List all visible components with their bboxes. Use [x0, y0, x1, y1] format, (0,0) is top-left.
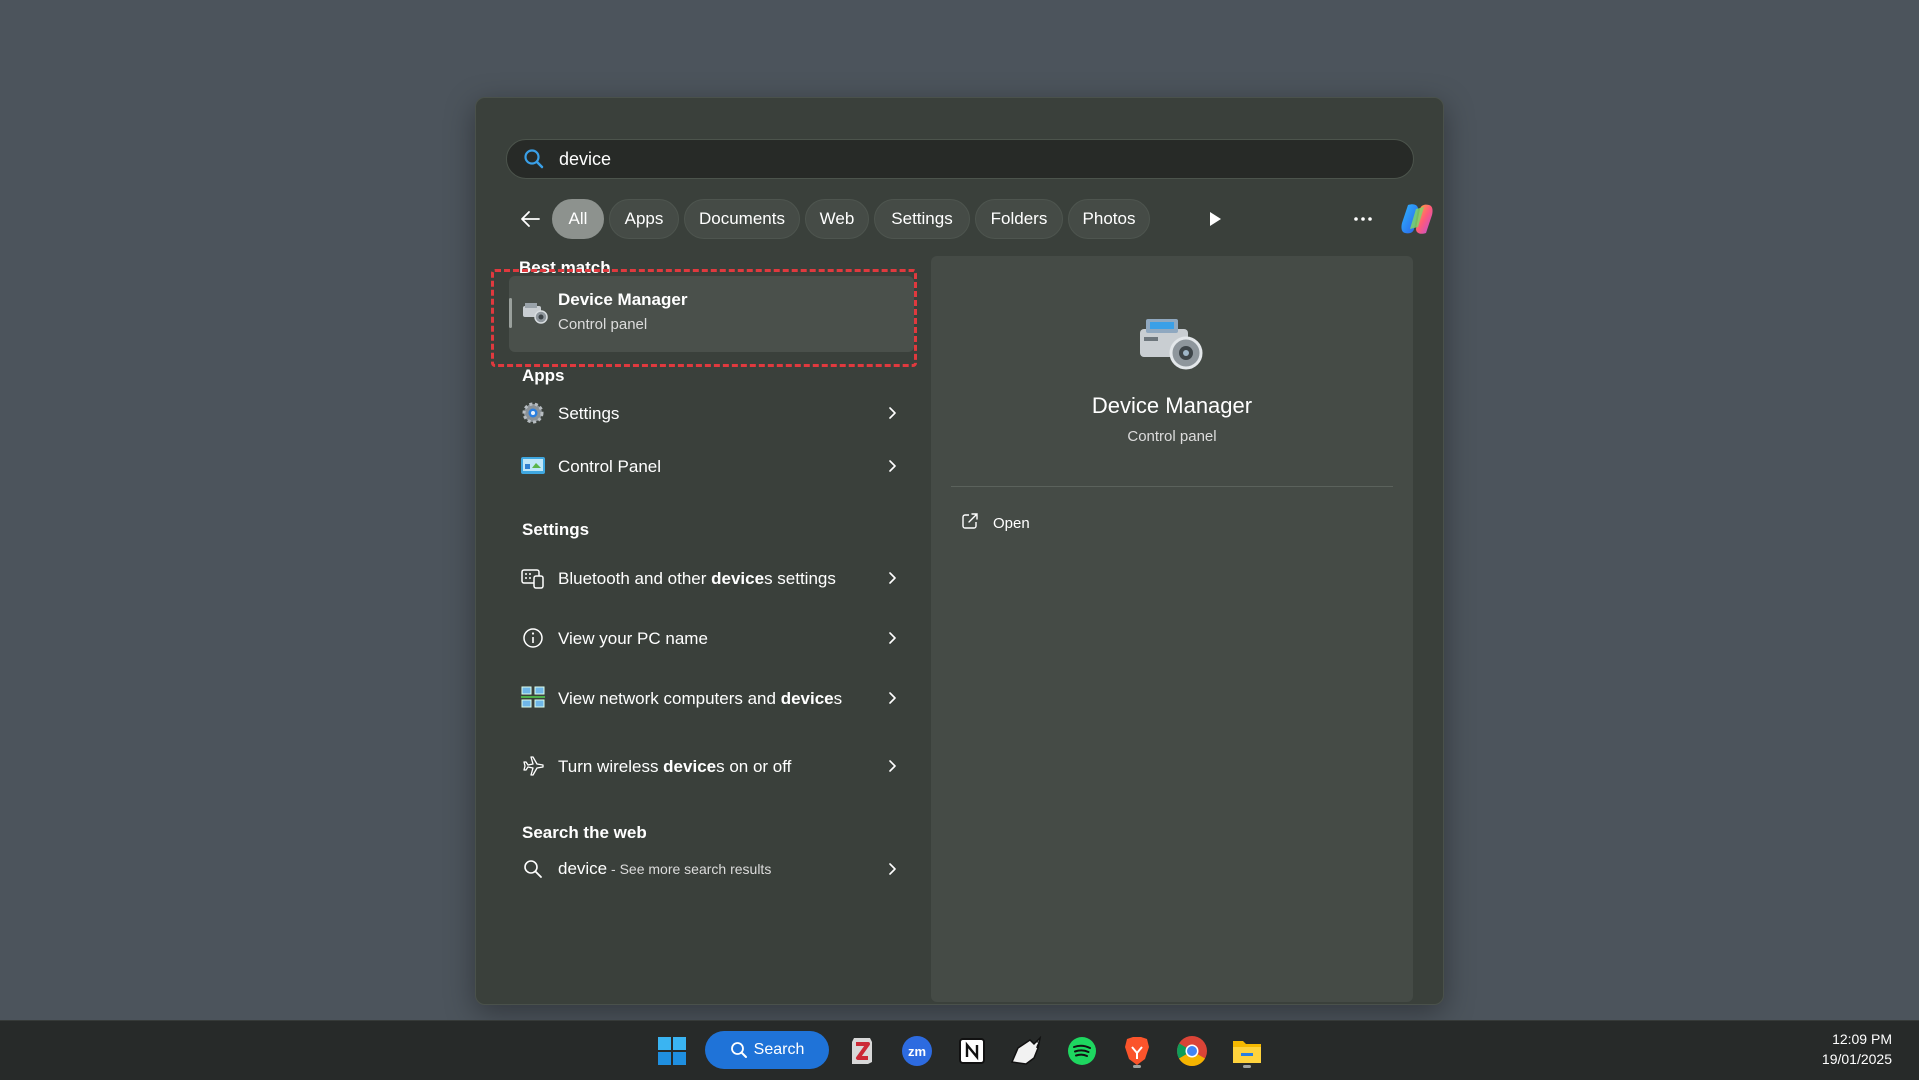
chevron-right-icon[interactable] — [884, 758, 900, 774]
chevron-right-icon[interactable] — [884, 861, 900, 877]
search-web-heading: Search the web — [522, 823, 647, 842]
chip-folders[interactable]: Folders — [975, 199, 1063, 239]
chevron-right-icon[interactable] — [884, 630, 900, 646]
chip-apps[interactable]: Apps — [609, 199, 679, 239]
chevron-right-icon[interactable] — [884, 570, 900, 586]
more-options-icon[interactable] — [1348, 205, 1378, 233]
open-action[interactable]: Open — [961, 508, 1030, 538]
info-icon — [520, 625, 546, 651]
rhino-icon[interactable]: 7 — [1007, 1031, 1047, 1071]
windows-start-icon[interactable] — [652, 1031, 692, 1071]
device-manager-icon — [1136, 311, 1208, 373]
notion-icon[interactable] — [952, 1031, 992, 1071]
control-panel-icon — [520, 453, 546, 479]
settings-gear-icon — [520, 400, 546, 426]
chrome-icon[interactable] — [1172, 1031, 1212, 1071]
chevron-right-icon[interactable] — [884, 405, 900, 421]
chip-all[interactable]: All — [552, 199, 604, 239]
taskbar-search-label: Search — [753, 1041, 805, 1058]
filter-bar: All Apps Documents Web Settings Folders … — [506, 199, 1433, 239]
zoom-icon[interactable]: zm — [897, 1031, 937, 1071]
setting-result-pc-name[interactable]: View your PC name — [518, 614, 918, 662]
search-icon — [523, 146, 549, 172]
app-result-label: Settings — [558, 403, 620, 423]
web-search-result[interactable]: device - See more search results — [518, 845, 918, 893]
svg-text:zm: zm — [908, 1044, 926, 1059]
preview-subtitle: Control panel — [1127, 428, 1217, 445]
running-indicator — [1133, 1065, 1141, 1068]
zotero-icon[interactable] — [842, 1031, 882, 1071]
keyboard-devices-icon — [520, 565, 546, 591]
search-icon — [520, 856, 546, 882]
svg-text:7: 7 — [1035, 1040, 1040, 1050]
setting-result-label: Turn wireless devices on or off — [558, 756, 792, 776]
system-clock[interactable]: 12:09 PM 19/01/2025 — [1822, 1029, 1892, 1069]
app-result-settings[interactable]: Settings — [518, 389, 918, 437]
results-list: Best match Device Manager Control panel … — [476, 258, 936, 998]
setting-result-network-computers[interactable]: View network computers and devices — [518, 668, 918, 728]
settings-heading: Settings — [522, 520, 590, 539]
setting-result-label: Bluetooth and other devices settings — [558, 568, 836, 588]
setting-result-label: View network computers and devices — [558, 688, 843, 708]
preview-title: Device Manager — [1091, 393, 1253, 418]
airplane-icon — [520, 753, 546, 779]
preview-divider — [951, 486, 1393, 487]
open-external-icon — [961, 512, 979, 535]
start-search-panel: device All Apps Documents Web Settings F… — [475, 97, 1444, 1005]
chip-settings[interactable]: Settings — [874, 199, 970, 239]
clock-time: 12:09 PM — [1832, 1031, 1892, 1047]
highlight-annotation-box — [491, 269, 917, 367]
app-result-label: Control Panel — [558, 456, 662, 476]
running-indicator — [1243, 1065, 1251, 1068]
apps-heading: Apps — [522, 366, 565, 385]
chip-photos[interactable]: Photos — [1068, 199, 1150, 239]
setting-result-bluetooth[interactable]: Bluetooth and other devices settings — [518, 548, 918, 608]
search-query[interactable]: device — [559, 149, 611, 170]
chip-web[interactable]: Web — [805, 199, 869, 239]
setting-result-label: View your PC name — [558, 628, 708, 648]
web-search-label: device - See more search results — [558, 859, 772, 878]
setting-result-wireless-devices[interactable]: Turn wireless devices on or off — [518, 742, 918, 790]
taskbar-search-button[interactable]: Search — [705, 1031, 829, 1069]
taskbar: Search zm 7 12:09 PM 19/01/2025 — [0, 1020, 1919, 1080]
chevron-right-icon[interactable] — [884, 458, 900, 474]
play-more-filters-icon[interactable] — [1203, 207, 1227, 231]
brave-icon[interactable] — [1117, 1031, 1157, 1071]
search-icon — [730, 1042, 747, 1058]
file-explorer-icon[interactable] — [1227, 1031, 1267, 1071]
app-result-control-panel[interactable]: Control Panel — [518, 442, 918, 490]
chevron-right-icon[interactable] — [884, 690, 900, 706]
copilot-icon[interactable] — [1396, 199, 1438, 239]
chip-documents[interactable]: Documents — [684, 199, 800, 239]
open-label: Open — [993, 514, 1030, 532]
clock-date: 19/01/2025 — [1821, 1051, 1892, 1067]
preview-pane: Device Manager Control panel Open — [931, 256, 1413, 1002]
spotify-icon[interactable] — [1062, 1031, 1102, 1071]
back-arrow-icon[interactable] — [516, 205, 544, 233]
search-box[interactable]: device — [506, 139, 1414, 179]
network-computers-icon — [520, 685, 546, 711]
